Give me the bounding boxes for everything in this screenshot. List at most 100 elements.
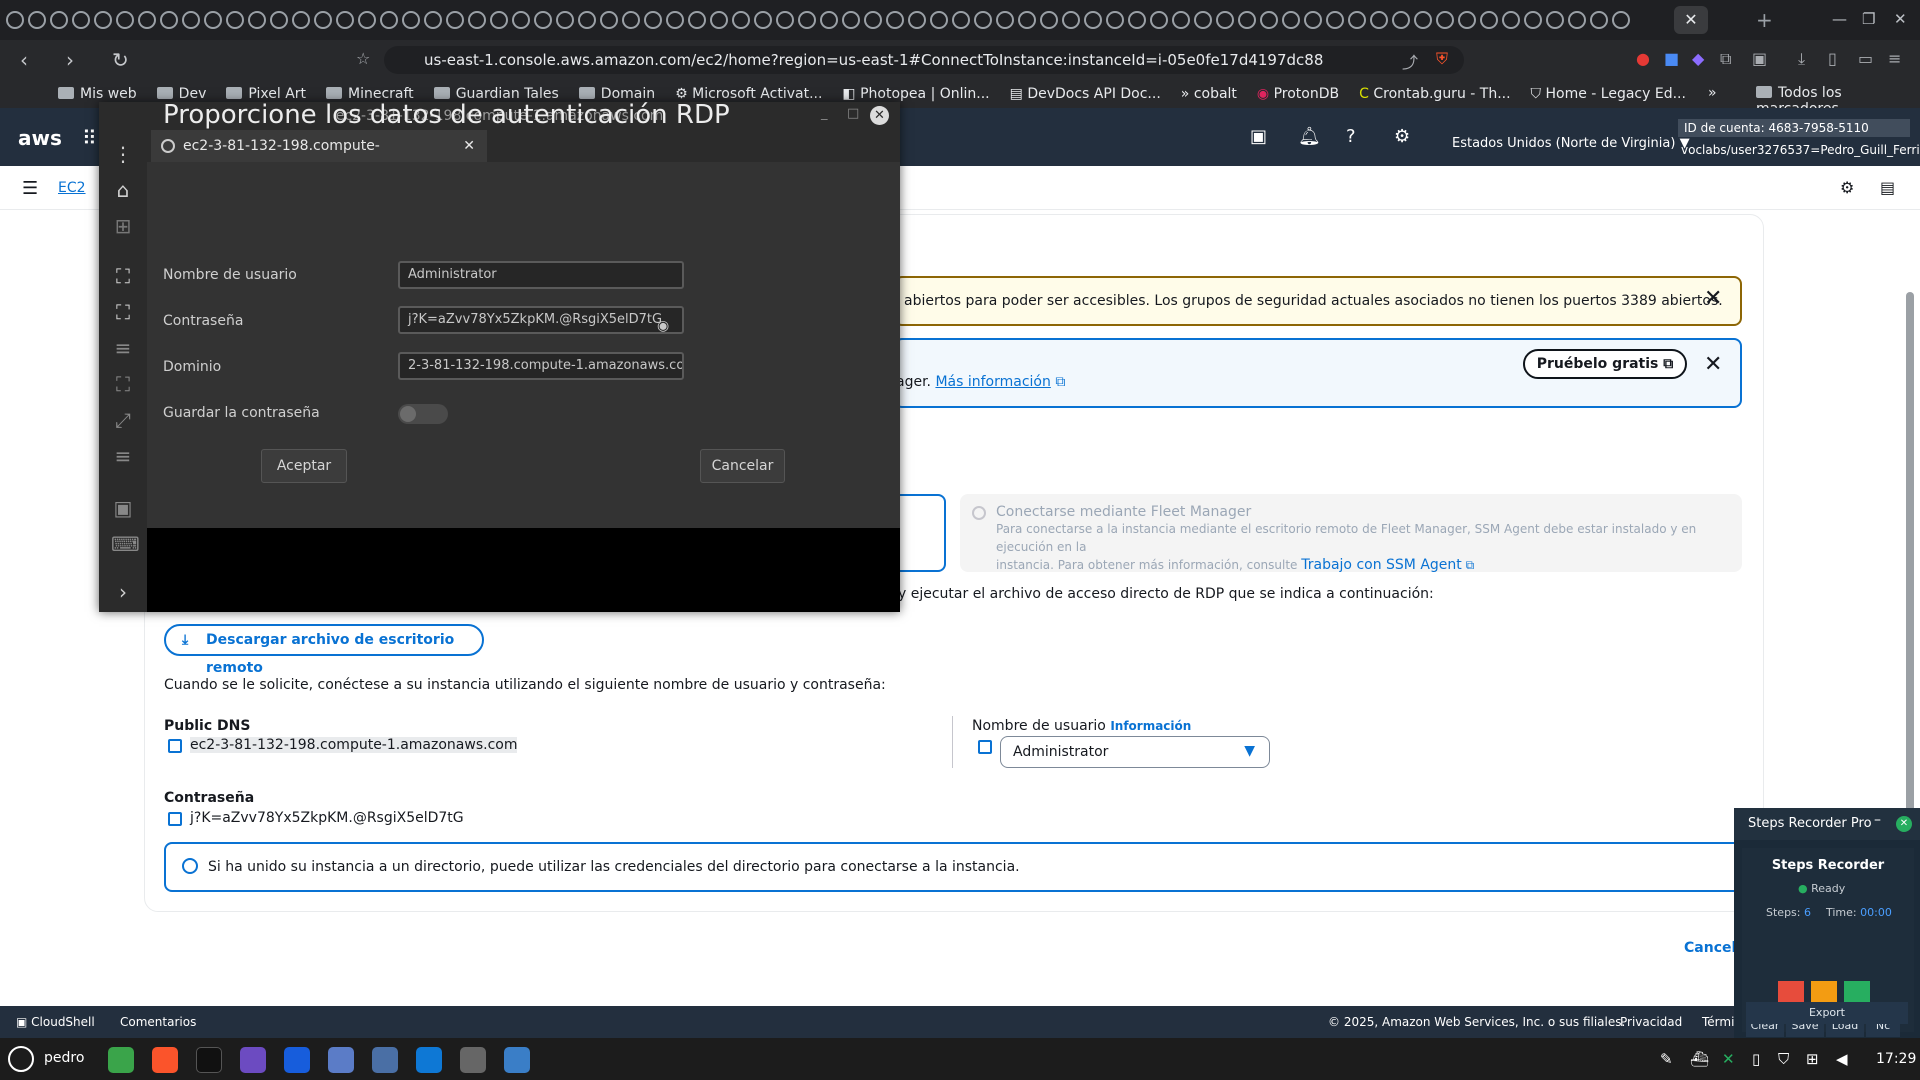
account-id[interactable]: ID de cuenta: 4683-7958-5110 [1678, 119, 1910, 137]
pinned-tab[interactable] [1018, 11, 1036, 29]
pinned-tab[interactable] [1260, 11, 1278, 29]
restore-icon[interactable]: ❐ [1862, 10, 1875, 28]
pinned-tab[interactable] [1304, 11, 1322, 29]
cancel-button[interactable]: Cancelar [700, 449, 785, 483]
password-value[interactable]: j?K=aZvv78Yx5ZkpKM.@RsgiX5elD7tG [190, 810, 464, 826]
pinned-tab[interactable] [1392, 11, 1410, 29]
pinned-tab[interactable] [1590, 11, 1608, 29]
pinned-tab[interactable] [842, 11, 860, 29]
multi-monitor-icon[interactable]: ▣ [111, 496, 135, 520]
pinned-tab[interactable] [424, 11, 442, 29]
pinned-tab[interactable] [688, 11, 706, 29]
ssm-agent-link[interactable]: Trabajo con SSM Agent [1301, 557, 1462, 573]
pinned-tab[interactable] [732, 11, 750, 29]
network-icon[interactable]: ⊞ [1806, 1050, 1819, 1068]
pinned-tab[interactable] [1238, 11, 1256, 29]
pinned-tab[interactable] [182, 11, 200, 29]
fit-window-icon[interactable]: ⛶ [111, 264, 135, 288]
pinned-tab[interactable] [1194, 11, 1212, 29]
bitwarden-icon[interactable] [284, 1047, 310, 1073]
extension-icon[interactable]: ■ [1664, 49, 1679, 68]
username-info-link[interactable]: Información [1110, 719, 1191, 733]
pinned-tab[interactable] [974, 11, 992, 29]
radio-button[interactable] [972, 506, 986, 520]
pinned-tab[interactable] [358, 11, 376, 29]
cloudshell-icon[interactable]: ▣ [1250, 126, 1267, 147]
puzzle-icon[interactable]: ⧉ [1720, 49, 1731, 69]
copy-icon[interactable] [978, 740, 992, 754]
os-menu-icon[interactable] [8, 1046, 34, 1072]
list-icon[interactable]: ≡ [111, 336, 135, 360]
pinned-tab[interactable] [1524, 11, 1542, 29]
pinned-tab[interactable] [490, 11, 508, 29]
copy-icon[interactable] [168, 739, 182, 753]
dynamic-resolution-icon[interactable]: ⛶ [111, 372, 135, 396]
aws-logo[interactable]: aws [18, 126, 62, 150]
pinned-tab[interactable] [380, 11, 398, 29]
pinned-tab[interactable] [754, 11, 772, 29]
remmina-icon[interactable] [504, 1047, 530, 1073]
pinned-tab[interactable] [1480, 11, 1498, 29]
extension-icon[interactable]: ◆ [1692, 49, 1704, 68]
sidebar-icon[interactable]: ▯ [1828, 49, 1837, 68]
pinned-tab[interactable] [886, 11, 904, 29]
pinned-tab[interactable] [1436, 11, 1454, 29]
bookmark-folder[interactable]: Mis web [58, 86, 137, 102]
pinned-tab[interactable] [600, 11, 618, 29]
rdp-username-input[interactable]: Administrator [398, 261, 684, 289]
copy-icon[interactable] [168, 812, 182, 826]
pinned-tab[interactable] [160, 11, 178, 29]
pinned-tab[interactable] [72, 11, 90, 29]
pinned-tab[interactable] [1084, 11, 1102, 29]
reload-icon[interactable]: ↻ [112, 48, 138, 72]
pinned-tab[interactable] [1040, 11, 1058, 29]
pinned-tab[interactable] [1216, 11, 1234, 29]
pinned-tab[interactable] [446, 11, 464, 29]
pinned-tab[interactable] [1062, 11, 1080, 29]
pinned-tab[interactable] [1568, 11, 1586, 29]
home-icon[interactable]: ⌂ [111, 178, 135, 202]
settings-icon[interactable]: ⚙ [1394, 126, 1410, 147]
bookmark-link[interactable]: ⛉ Home - Legacy Ed... [1531, 86, 1686, 102]
privacy-link[interactable]: Privacidad [1620, 1006, 1682, 1038]
pinned-tab[interactable] [1348, 11, 1366, 29]
services-grid-icon[interactable]: ⠿ [82, 126, 97, 150]
scrollbar[interactable] [1906, 292, 1914, 848]
download-icon[interactable]: ⤓ [1798, 49, 1805, 69]
pinned-tab[interactable] [996, 11, 1014, 29]
pinned-tab[interactable] [556, 11, 574, 29]
close-icon[interactable]: ✕ [870, 106, 889, 125]
bookmark-link[interactable]: ◧ Photopea | Onlin... [842, 86, 989, 102]
shield-icon[interactable]: ⛉ [1778, 1050, 1789, 1068]
bookmark-link[interactable]: » cobalt [1181, 86, 1237, 102]
pinned-tab[interactable] [1150, 11, 1168, 29]
pinned-tab[interactable] [798, 11, 816, 29]
pinned-tab[interactable] [468, 11, 486, 29]
pinned-tab[interactable] [908, 11, 926, 29]
window-close-icon[interactable]: ✕ [1894, 10, 1907, 28]
back-icon[interactable]: ‹ [20, 48, 46, 72]
pinned-tab[interactable] [952, 11, 970, 29]
minimize-icon[interactable]: _ [821, 106, 828, 121]
pinned-tab[interactable] [1546, 11, 1564, 29]
try-free-button[interactable]: Pruébelo gratis ⧉ [1523, 349, 1687, 379]
comments-link[interactable]: Comentarios [120, 1006, 196, 1038]
fleet-manager-option[interactable]: Conectarse mediante Fleet Manager Para c… [960, 494, 1742, 573]
help-icon[interactable]: ? [1346, 126, 1356, 147]
pinned-tab[interactable] [116, 11, 134, 29]
cloudshell-link[interactable]: ▣ CloudShell [16, 1006, 95, 1038]
public-dns-value[interactable]: ec2-3-81-132-198.compute-1.amazonaws.com [190, 737, 518, 753]
address-bar[interactable]: us-east-1.console.aws.amazon.com/ec2/hom… [384, 46, 1464, 74]
keyboard-icon[interactable]: ⌨ [111, 532, 140, 556]
menu-icon[interactable]: ≡ [1888, 49, 1901, 68]
new-connection-icon[interactable]: ⊞ [111, 214, 135, 238]
wallet-icon[interactable]: ▭ [1858, 49, 1873, 68]
ublock-icon[interactable]: ● [1636, 49, 1650, 68]
pinned-tab[interactable] [864, 11, 882, 29]
camera-icon[interactable] [372, 1047, 398, 1073]
accept-button[interactable]: Aceptar [261, 449, 347, 483]
pinned-tab[interactable] [248, 11, 266, 29]
pinned-tab[interactable] [226, 11, 244, 29]
taskbar-user[interactable]: pedro [44, 1050, 84, 1066]
pinned-tab[interactable] [50, 11, 68, 29]
